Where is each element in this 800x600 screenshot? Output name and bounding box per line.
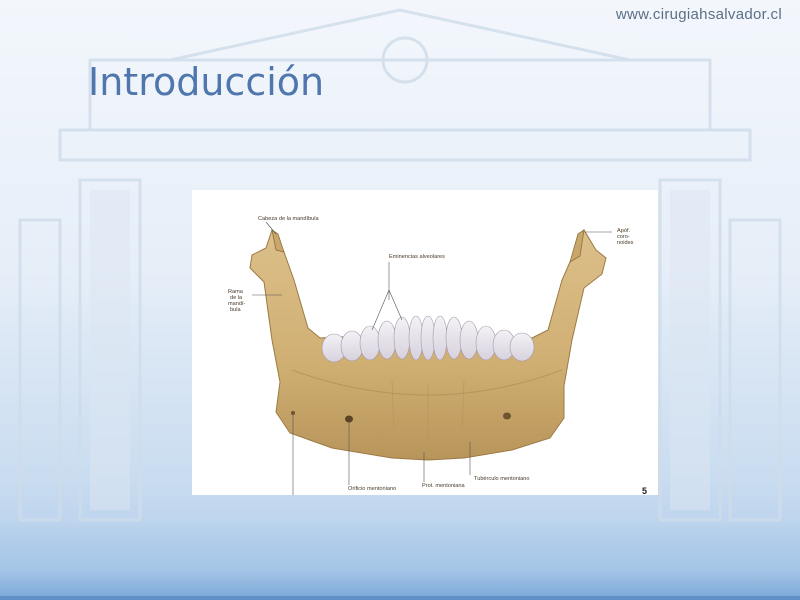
label-protuberance: Prot. mentoniana: [422, 483, 465, 489]
label-ramus-4: bula: [230, 307, 241, 313]
mandible-figure: Cabeza de la mandíbula Eminencias alveol…: [192, 190, 658, 495]
label-foramen: Orificio mentoniano: [348, 486, 396, 492]
bottom-band: [0, 520, 800, 600]
teeth-row: [321, 315, 535, 363]
bottom-line: [0, 596, 800, 600]
label-head: Cabeza de la mandíbula: [258, 216, 320, 222]
mental-foramen-right: [503, 412, 511, 420]
slide-title: Introducción: [88, 60, 325, 104]
label-alveolar: Eminencias alveolares: [389, 254, 445, 260]
mandible-illustration: Cabeza de la mandíbula Eminencias alveol…: [228, 216, 647, 495]
header-url: www.cirugiahsalvador.cl: [615, 6, 782, 23]
label-tubercle: Tubérculo mentoniano: [474, 476, 529, 482]
label-coronoid-3: noides: [617, 240, 634, 246]
figure-number: 5: [642, 486, 647, 495]
mental-foramen-left: [345, 415, 353, 423]
